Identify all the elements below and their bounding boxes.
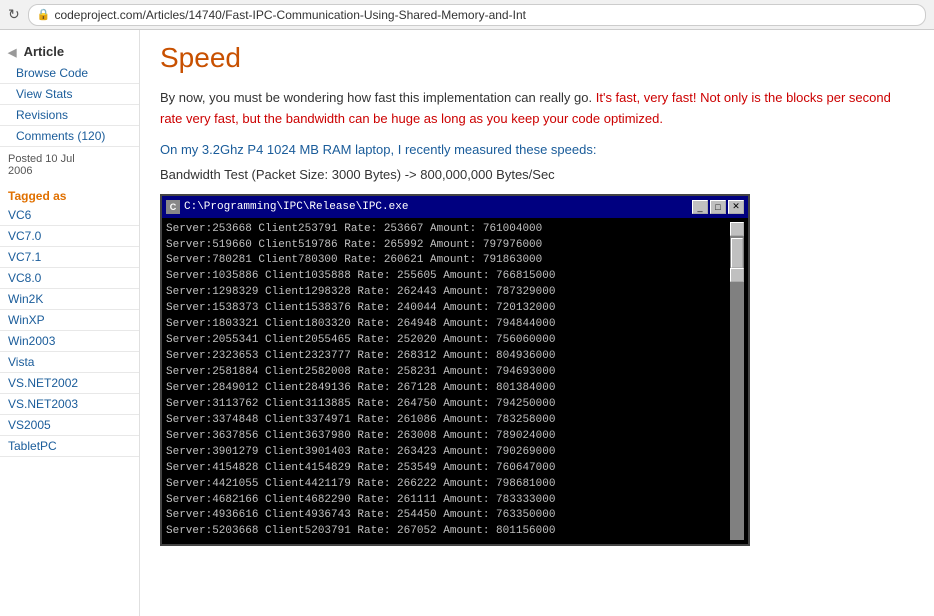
sidebar-tag-vc71[interactable]: VC7.1 xyxy=(0,247,139,268)
cmd-scrollbar[interactable]: ▲ ▼ xyxy=(730,222,744,541)
sidebar-posted: Posted 10 Jul2006 xyxy=(0,147,139,183)
sidebar-tag-win2k[interactable]: Win2K xyxy=(0,289,139,310)
sidebar-tag-vc80[interactable]: VC8.0 xyxy=(0,268,139,289)
cmd-scroll-down[interactable]: ▼ xyxy=(730,268,744,282)
browser-bar: ↻ 🔒 codeproject.com/Articles/14740/Fast-… xyxy=(0,0,934,30)
sidebar-tag-winxp[interactable]: WinXP xyxy=(0,310,139,331)
sidebar-tag-vc6[interactable]: VC6 xyxy=(0,205,139,226)
cmd-line: Server:2849012 Client2849136 Rate: 26712… xyxy=(166,381,730,397)
sidebar-tagged-label: Tagged as xyxy=(0,183,139,205)
cmd-line: Server:253668 Client253791 Rate: 253667 … xyxy=(166,222,730,238)
lock-icon: 🔒 xyxy=(37,8,51,21)
sidebar-arrow: ◀ xyxy=(8,46,16,59)
cmd-line: Server:1035886 Client1035888 Rate: 25560… xyxy=(166,269,730,285)
cmd-icon: C xyxy=(166,200,180,214)
cmd-line: Server:3637856 Client3637980 Rate: 26300… xyxy=(166,429,730,445)
page-title: Speed xyxy=(160,42,914,74)
sidebar-item-browse-code[interactable]: Browse Code xyxy=(0,63,139,84)
sidebar-tag-tabletpc[interactable]: TabletPC xyxy=(0,436,139,457)
cmd-line: Server:4936616 Client4936743 Rate: 25445… xyxy=(166,508,730,524)
cmd-line: Server:1803321 Client1803320 Rate: 26494… xyxy=(166,317,730,333)
cmd-title-text: C:\Programming\IPC\Release\IPC.exe xyxy=(184,201,688,213)
page-layout: ◀ Article Browse Code View Stats Revisio… xyxy=(0,30,934,616)
cmd-line: Server:3374848 Client3374971 Rate: 26108… xyxy=(166,413,730,429)
cmd-text-area: Server:253668 Client253791 Rate: 253667 … xyxy=(166,222,730,541)
cmd-titlebar: C C:\Programming\IPC\Release\IPC.exe _ □… xyxy=(162,196,748,218)
cmd-line: Server:4154828 Client4154829 Rate: 25354… xyxy=(166,461,730,477)
sidebar-item-revisions[interactable]: Revisions xyxy=(0,105,139,126)
cmd-line: Server:2581884 Client2582008 Rate: 25823… xyxy=(166,365,730,381)
cmd-line: Server:5203668 Client5203791 Rate: 26705… xyxy=(166,524,730,540)
url-text: codeproject.com/Articles/14740/Fast-IPC-… xyxy=(54,8,526,22)
cmd-line: Server:1298329 Client1298328 Rate: 26244… xyxy=(166,285,730,301)
sidebar-tag-vs2005[interactable]: VS2005 xyxy=(0,415,139,436)
sidebar-tag-vista[interactable]: Vista xyxy=(0,352,139,373)
cmd-line: Server:519660 Client519786 Rate: 265992 … xyxy=(166,238,730,254)
cmd-line: Server:4682166 Client4682290 Rate: 26111… xyxy=(166,493,730,509)
sidebar-item-view-stats[interactable]: View Stats xyxy=(0,84,139,105)
intro-paragraph: By now, you must be wondering how fast t… xyxy=(160,88,914,130)
cmd-body: Server:253668 Client253791 Rate: 253667 … xyxy=(162,218,748,545)
sidebar-tag-vsnet2003[interactable]: VS.NET2003 xyxy=(0,394,139,415)
cmd-window: C C:\Programming\IPC\Release\IPC.exe _ □… xyxy=(160,194,750,547)
cmd-line: Server:1538373 Client1538376 Rate: 24004… xyxy=(166,301,730,317)
sidebar-article-title: ◀ Article xyxy=(0,38,139,63)
sidebar-tag-win2003[interactable]: Win2003 xyxy=(0,331,139,352)
bandwidth-line: Bandwidth Test (Packet Size: 3000 Bytes)… xyxy=(160,167,914,182)
speed-line: On my 3.2Ghz P4 1024 MB RAM laptop, I re… xyxy=(160,142,914,157)
sidebar-tag-vsnet2002[interactable]: VS.NET2002 xyxy=(0,373,139,394)
cmd-close-button[interactable]: ✕ xyxy=(728,200,744,214)
cmd-line: Server:2055341 Client2055465 Rate: 25202… xyxy=(166,333,730,349)
cmd-maximize-button[interactable]: □ xyxy=(710,200,726,214)
cmd-scroll-up[interactable]: ▲ xyxy=(730,222,744,236)
cmd-window-buttons: _ □ ✕ xyxy=(692,200,744,214)
cmd-line: Server:3113762 Client3113885 Rate: 26475… xyxy=(166,397,730,413)
cmd-line: Server:2323653 Client2323777 Rate: 26831… xyxy=(166,349,730,365)
cmd-line: Server:4421055 Client4421179 Rate: 26622… xyxy=(166,477,730,493)
main-content: Speed By now, you must be wondering how … xyxy=(140,30,934,616)
cmd-line: Server:3901279 Client3901403 Rate: 26342… xyxy=(166,445,730,461)
cmd-minimize-button[interactable]: _ xyxy=(692,200,708,214)
refresh-icon[interactable]: ↻ xyxy=(8,6,20,23)
sidebar-tag-vc70[interactable]: VC7.0 xyxy=(0,226,139,247)
sidebar: ◀ Article Browse Code View Stats Revisio… xyxy=(0,30,140,616)
cmd-scroll-thumb[interactable] xyxy=(731,238,743,268)
address-bar[interactable]: 🔒 codeproject.com/Articles/14740/Fast-IP… xyxy=(28,4,926,26)
sidebar-item-comments[interactable]: Comments (120) xyxy=(0,126,139,147)
cmd-line: Server:780281 Client780300 Rate: 260621 … xyxy=(166,253,730,269)
